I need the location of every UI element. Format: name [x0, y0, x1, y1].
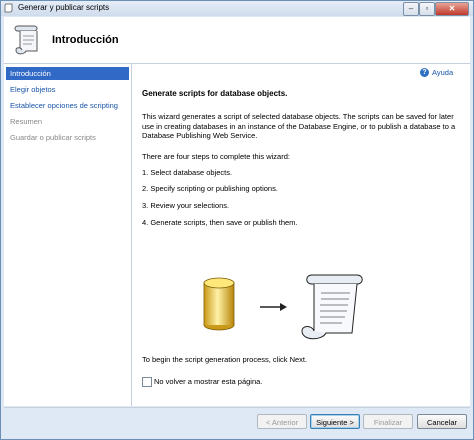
steps-intro-text: There are four steps to complete this wi…	[142, 152, 290, 161]
wizard-steps-sidebar: Introducción Elegir objetos Establecer o…	[4, 64, 132, 406]
sidebar-item-opciones-scripting[interactable]: Establecer opciones de scripting	[6, 99, 129, 112]
finish-button[interactable]: Finalizar	[363, 414, 413, 429]
wizard-footer: < Anterior Siguiente > Finalizar Cancela…	[4, 407, 470, 438]
back-button[interactable]: < Anterior	[257, 414, 307, 429]
cancel-button[interactable]: Cancelar	[417, 414, 467, 429]
help-icon[interactable]: ?	[420, 68, 429, 77]
sidebar-item-elegir-objetos[interactable]: Elegir objetos	[6, 83, 129, 96]
help-link[interactable]: Ayuda	[432, 68, 453, 77]
sidebar-item-resumen: Resumen	[10, 117, 43, 126]
page-title: Introducción	[52, 34, 119, 46]
begin-instruction: To begin the script generation process, …	[142, 355, 308, 364]
script-scroll-icon	[301, 274, 363, 340]
arrow-right-icon	[260, 303, 287, 311]
wizard-window: Generar y publicar scripts – ▫ ✕ Introdu…	[0, 0, 474, 440]
wizard-header: Introducción	[4, 17, 470, 64]
sidebar-item-guardar-publicar: Guardar o publicar scripts	[10, 133, 96, 142]
step-2: 2. Specify scripting or publishing optio…	[142, 184, 278, 193]
database-cylinder-icon	[203, 277, 235, 331]
title-bar[interactable]: Generar y publicar scripts – ▫ ✕	[1, 1, 473, 16]
step-4: 4. Generate scripts, then save or publis…	[142, 218, 298, 227]
wizard-illustration	[203, 274, 363, 340]
step-3: 3. Review your selections.	[142, 201, 230, 210]
step-1: 1. Select database objects.	[142, 168, 233, 177]
description-text: This wizard generates a script of select…	[142, 112, 456, 140]
next-button[interactable]: Siguiente >	[310, 414, 360, 429]
dont-show-again-label[interactable]: No volver a mostrar esta página.	[154, 377, 262, 386]
minimize-button[interactable]: –	[403, 2, 419, 16]
scroll-icon	[4, 3, 13, 13]
sidebar-item-introduccion[interactable]: Introducción	[6, 67, 129, 80]
maximize-button[interactable]: ▫	[419, 2, 435, 16]
dont-show-again-checkbox[interactable]	[142, 377, 152, 387]
scroll-icon	[14, 25, 38, 55]
main-content: ? Ayuda Generate scripts for database ob…	[132, 64, 470, 406]
content-heading: Generate scripts for database objects.	[142, 89, 288, 98]
close-button[interactable]: ✕	[435, 2, 469, 16]
window-title: Generar y publicar scripts	[18, 3, 110, 12]
